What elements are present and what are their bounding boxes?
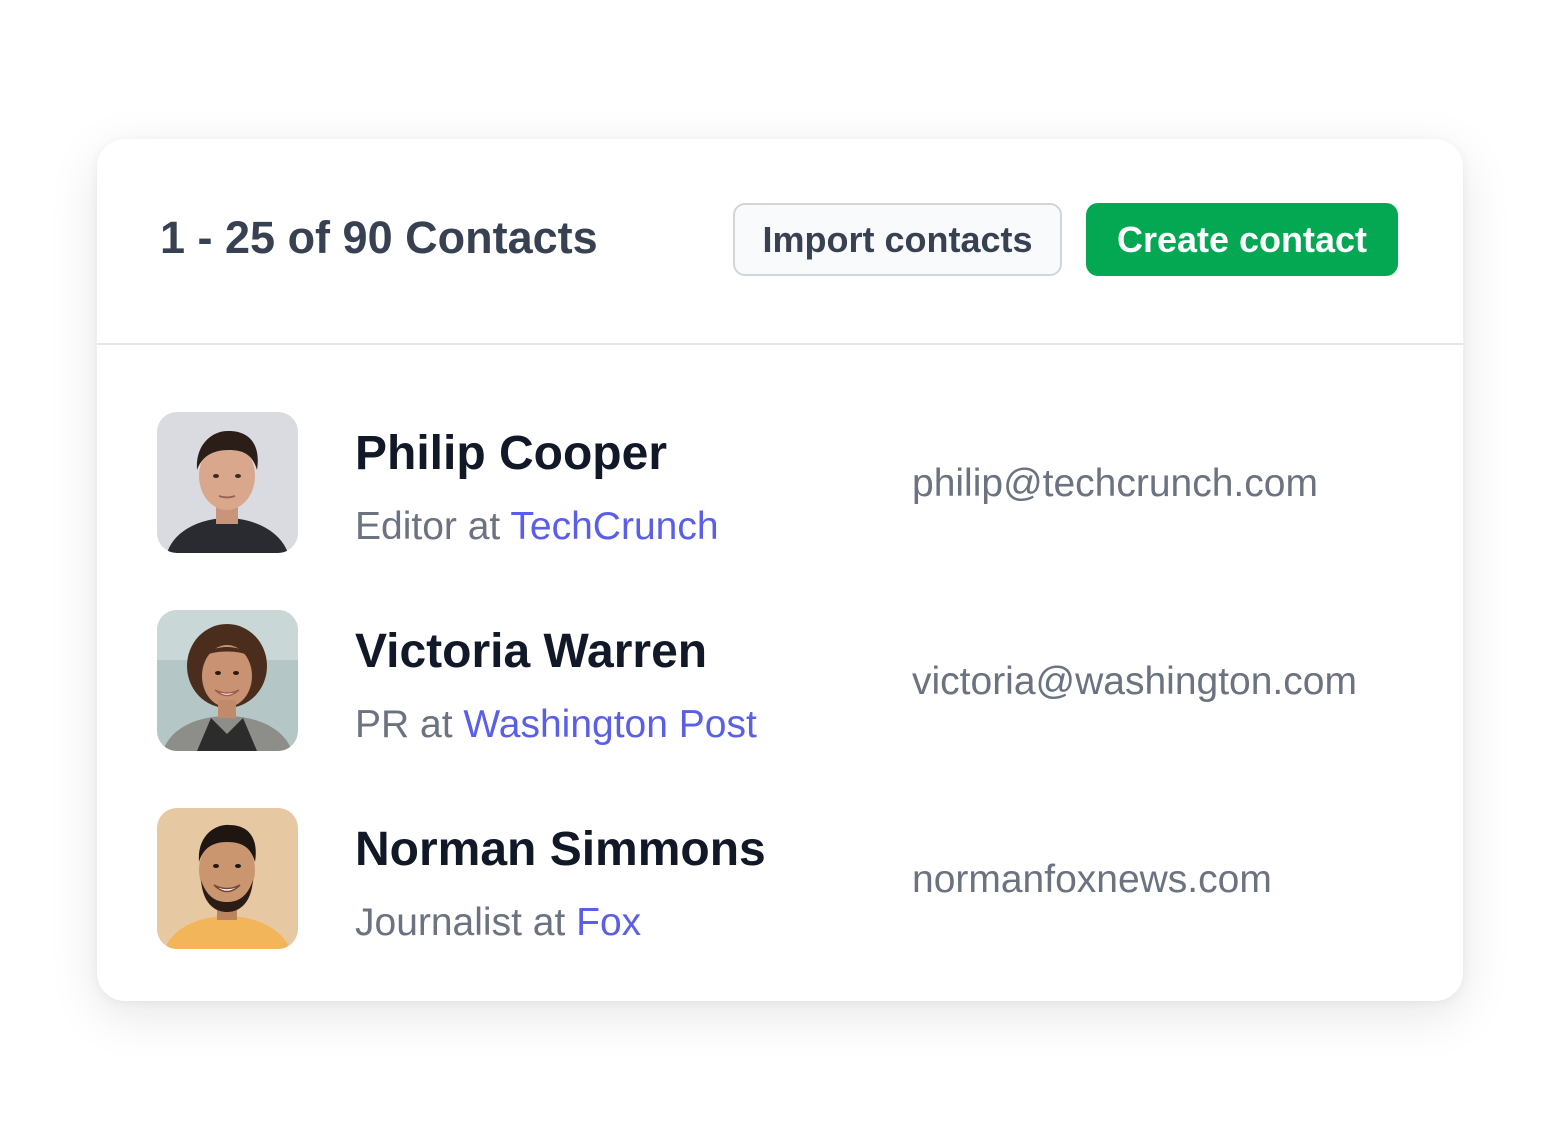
- contact-role-connector: at: [532, 901, 566, 944]
- contact-role: PR: [355, 703, 410, 746]
- contact-email[interactable]: victoria@washington.com: [912, 658, 1357, 706]
- avatar-photo: [157, 412, 298, 553]
- contact-row[interactable]: Victoria Warren PR at Washington Post vi…: [97, 610, 1463, 752]
- contact-company-link[interactable]: Fox: [576, 901, 641, 944]
- contacts-count-title: 1 - 25 of 90 Contacts: [160, 212, 598, 263]
- contact-row[interactable]: Philip Cooper Editor at TechCrunch phili…: [97, 412, 1463, 554]
- contact-name[interactable]: Philip Cooper: [355, 424, 667, 484]
- contact-company-link[interactable]: Washington Post: [463, 703, 756, 746]
- contact-role-connector: at: [420, 703, 453, 746]
- contact-row[interactable]: Norman Simmons Journalist at Fox normanf…: [97, 808, 1463, 950]
- avatar[interactable]: [157, 610, 298, 751]
- contact-name[interactable]: Victoria Warren: [355, 622, 707, 682]
- contact-role-line: PR at Washington Post: [355, 701, 757, 749]
- avatar[interactable]: [157, 412, 298, 553]
- contacts-header: 1 - 25 of 90 Contacts Import contacts Cr…: [97, 139, 1463, 345]
- contact-role-line: Journalist at Fox: [355, 899, 641, 947]
- contact-role: Editor: [355, 505, 457, 548]
- contact-role-connector: at: [467, 505, 501, 548]
- contact-company-link[interactable]: TechCrunch: [510, 505, 718, 548]
- avatar-photo: [157, 610, 298, 751]
- avatar-photo: [157, 808, 298, 949]
- contact-email[interactable]: philip@techcrunch.com: [912, 460, 1318, 508]
- create-contact-button[interactable]: Create contact: [1086, 203, 1398, 276]
- contact-role: Journalist: [355, 901, 522, 944]
- avatar[interactable]: [157, 808, 298, 949]
- contact-role-line: Editor at TechCrunch: [355, 503, 719, 551]
- import-contacts-button[interactable]: Import contacts: [733, 203, 1062, 276]
- contact-name[interactable]: Norman Simmons: [355, 820, 766, 880]
- contact-email[interactable]: normanfoxnews.com: [912, 856, 1272, 904]
- contacts-card: 1 - 25 of 90 Contacts Import contacts Cr…: [97, 139, 1463, 1001]
